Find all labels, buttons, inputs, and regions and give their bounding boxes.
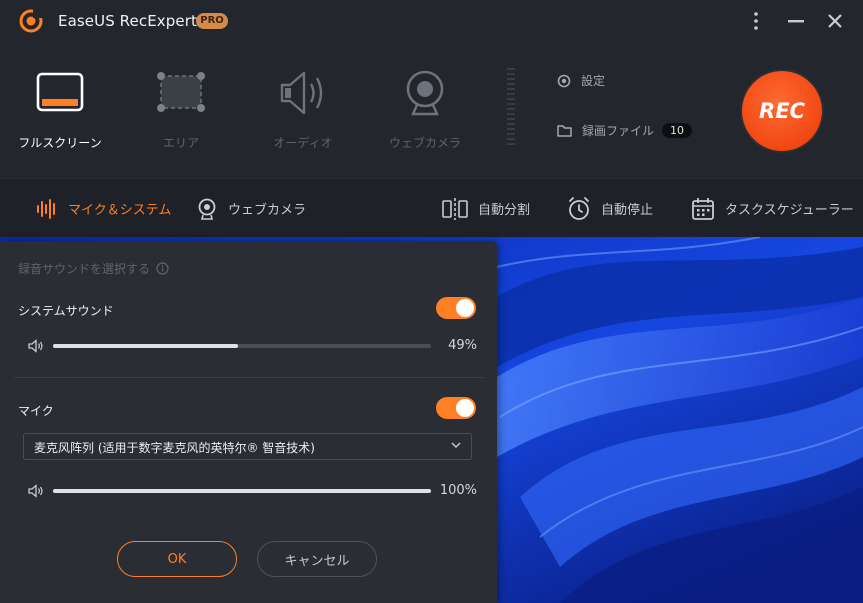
mic-volume-track[interactable]: [53, 489, 431, 493]
tool-mic-system[interactable]: マイク＆システム: [36, 179, 171, 238]
mic-device-value: 麦克风阵列 (适用于数字麦克风的英特尔® 智音技术): [34, 441, 315, 455]
more-vertical-icon: [754, 12, 758, 30]
ok-button[interactable]: OK: [117, 541, 237, 577]
ok-label: OK: [167, 551, 187, 567]
settings-link[interactable]: 設定: [557, 72, 605, 89]
split-icon: [442, 197, 468, 220]
folder-icon: [557, 125, 572, 137]
mode-audio-label: オーディオ: [273, 136, 333, 150]
recorded-files-link[interactable]: 録画ファイル 10: [557, 122, 693, 139]
area-select-icon: [157, 72, 205, 112]
mode-area[interactable]: エリア: [131, 42, 231, 178]
system-volume-fill: [53, 344, 239, 348]
sound-wave-icon: [37, 198, 55, 219]
mic-volume-slider[interactable]: 100%: [28, 482, 480, 500]
volume-icon: [28, 484, 43, 498]
webcam-icon: [406, 70, 444, 116]
tool-webcam[interactable]: ウェブカメラ: [196, 179, 306, 238]
recorded-files-label: 録画ファイル: [582, 124, 655, 138]
mic-toggle[interactable]: [436, 397, 476, 419]
volume-icon: [28, 339, 43, 353]
mode-fullscreen[interactable]: フルスクリーン: [10, 42, 110, 178]
mode-webcam[interactable]: ウェブカメラ: [375, 42, 475, 178]
system-volume-track[interactable]: [53, 344, 431, 348]
system-sound-label: システムサウンド: [18, 304, 114, 318]
tool-auto-split[interactable]: 自動分割: [442, 179, 530, 238]
minimize-button[interactable]: [783, 8, 809, 34]
section-divider: [14, 377, 484, 378]
calendar-icon: [692, 197, 714, 220]
mode-fullscreen-label: フルスクリーン: [18, 136, 102, 150]
rec-button[interactable]: REC: [742, 71, 822, 151]
pro-badge: PRO: [196, 13, 228, 29]
title-bar: EaseUS RecExperts PRO: [0, 0, 863, 42]
mic-device-select[interactable]: 麦克风阵列 (适用于数字麦克风的英特尔® 智音技术): [23, 433, 472, 460]
system-sound-toggle[interactable]: [436, 297, 476, 319]
system-volume-value: 49%: [448, 338, 477, 353]
webcam-small-icon: [198, 198, 216, 220]
app-logo-icon: [19, 9, 43, 33]
mode-area-label: エリア: [162, 136, 199, 150]
speaker-icon: [280, 71, 323, 115]
gear-icon: [557, 74, 571, 87]
chevron-down-icon: [451, 442, 461, 448]
alarm-clock-icon: [569, 196, 589, 220]
audio-source-panel: 録音サウンドを選択する システムサウンド 49% マイク 麦克风阵列 (适用于数…: [0, 241, 497, 603]
audio-level-meter: [507, 68, 515, 145]
toggle-knob: [456, 399, 474, 417]
tool-scheduler[interactable]: タスクスケジューラー: [691, 179, 854, 238]
panel-title-label: 録音サウンドを選択する: [18, 262, 151, 276]
tool-auto-stop[interactable]: 自動停止: [567, 179, 653, 238]
mic-volume-value: 100%: [439, 483, 477, 498]
more-menu-button[interactable]: [743, 8, 769, 34]
toggle-knob: [456, 299, 474, 317]
mode-audio[interactable]: オーディオ: [253, 42, 353, 178]
cancel-button[interactable]: キャンセル: [257, 541, 377, 577]
mic-label: マイク: [18, 404, 54, 418]
tool-mic-system-label: マイク＆システム: [68, 203, 172, 218]
app-title: EaseUS RecExperts: [58, 12, 205, 30]
tool-webcam-label: ウェブカメラ: [228, 203, 307, 218]
tool-auto-split-label: 自動分割: [478, 203, 531, 218]
mic-volume-fill: [53, 489, 431, 493]
minimize-icon: [788, 20, 804, 23]
fullscreen-icon: [36, 72, 84, 112]
cancel-label: キャンセル: [284, 553, 350, 569]
system-volume-slider[interactable]: 49%: [28, 337, 480, 355]
close-icon: [828, 14, 842, 28]
feature-toolbar: マイク＆システム ウェブカメラ 自動分割 自動停止 タスクスケジューラー: [0, 178, 863, 237]
settings-label: 設定: [581, 74, 606, 88]
mode-selector: フルスクリーン エリア オーディオ ウェブカメラ 設定 録画ファイル 10 RE…: [0, 42, 863, 178]
file-count-badge: 10: [662, 123, 693, 138]
tool-scheduler-label: タスクスケジューラー: [725, 203, 854, 218]
close-button[interactable]: [822, 8, 848, 34]
tool-auto-stop-label: 自動停止: [601, 203, 654, 218]
rec-label: REC: [759, 99, 805, 123]
mode-webcam-label: ウェブカメラ: [388, 136, 461, 150]
panel-title: 録音サウンドを選択する: [18, 260, 169, 277]
info-icon[interactable]: [156, 262, 169, 275]
